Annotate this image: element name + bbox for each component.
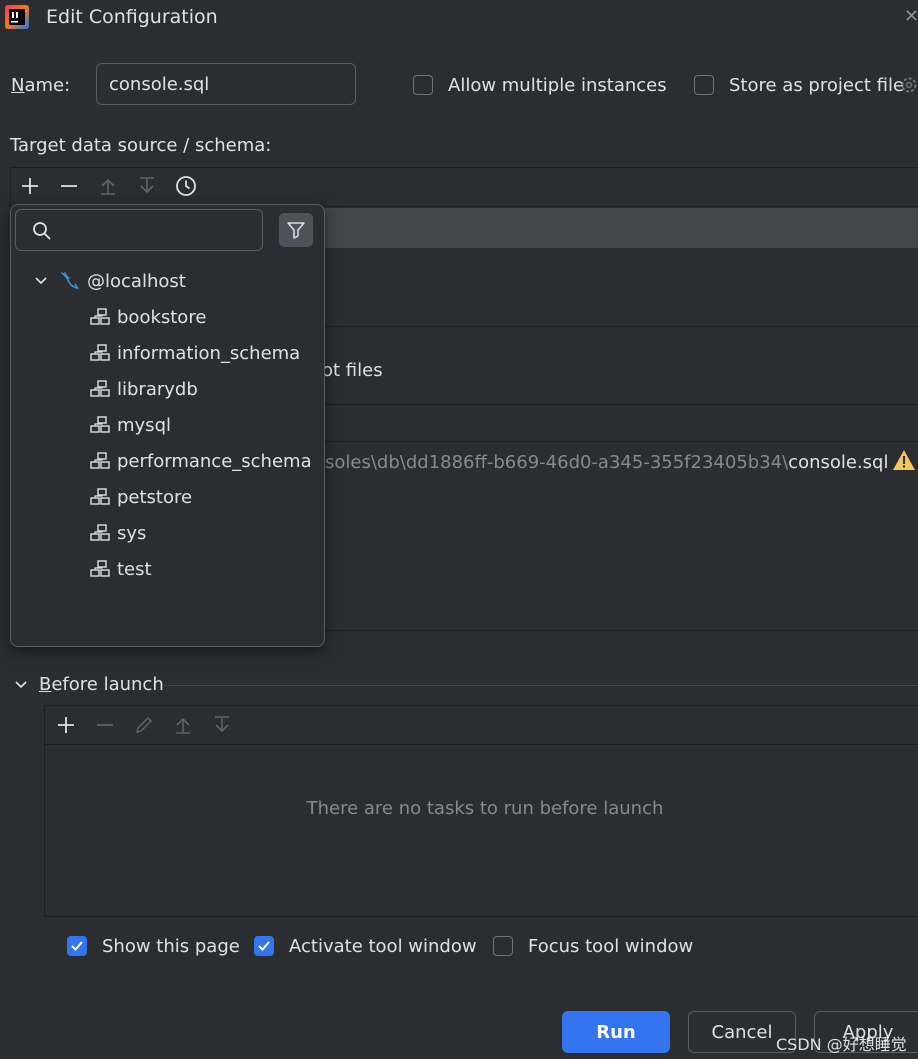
gear-icon[interactable]	[899, 75, 918, 95]
search-input[interactable]	[15, 209, 263, 251]
tree-item-label: information_schema	[117, 342, 301, 364]
focus-tool-label[interactable]: Focus tool window	[528, 936, 693, 957]
schema-icon	[89, 415, 111, 435]
show-page-label[interactable]: Show this page	[102, 936, 240, 957]
tree-item-schema[interactable]: mysql	[89, 411, 171, 439]
store-project-label[interactable]: Store as project file	[729, 75, 904, 96]
tree-item-label: sys	[117, 522, 147, 544]
before-launch-header[interactable]: Before launch	[39, 674, 164, 695]
allow-multiple-checkbox[interactable]	[413, 75, 433, 95]
minus-icon[interactable]	[54, 171, 84, 201]
schema-icon	[89, 523, 111, 543]
focus-tool-checkbox[interactable]	[493, 936, 513, 956]
tree-item-label: bookstore	[117, 306, 207, 328]
name-input[interactable]	[96, 63, 356, 105]
tree-item-schema[interactable]: petstore	[89, 483, 192, 511]
chevron-down-icon[interactable]	[33, 273, 49, 289]
tree-item-label: mysql	[117, 414, 171, 436]
selected-datasource-row[interactable]	[324, 208, 918, 248]
tree-item-schema[interactable]: test	[89, 555, 152, 583]
schema-icon	[89, 487, 111, 507]
tree-item-schema[interactable]: sys	[89, 519, 146, 547]
close-icon[interactable]: ✕	[904, 6, 918, 27]
arrow-up-icon[interactable]	[168, 710, 198, 740]
mysql-dolphin-icon	[59, 270, 81, 292]
name-label: Name:	[11, 75, 71, 96]
arrow-down-icon[interactable]	[207, 710, 237, 740]
checkmark-icon	[71, 941, 83, 951]
datasource-schema-popup: @localhost bookstore information_schemali…	[10, 204, 325, 647]
plus-icon[interactable]	[51, 710, 81, 740]
pencil-icon[interactable]	[129, 710, 159, 740]
checkmark-icon	[258, 941, 270, 951]
warning-icon	[892, 449, 916, 471]
tree-item-schema[interactable]: performance_schema	[89, 447, 312, 475]
no-tasks-message: There are no tasks to run before launch	[306, 798, 664, 819]
store-project-checkbox[interactable]	[694, 75, 714, 95]
tree-item-label: librarydb	[117, 378, 198, 400]
schema-icon	[89, 559, 111, 579]
chevron-down-icon[interactable]	[12, 676, 30, 694]
schema-icon	[89, 451, 111, 471]
tree-item-localhost[interactable]: @localhost	[33, 267, 186, 295]
tree-item-label: @localhost	[87, 270, 186, 292]
tree-item-label: test	[117, 558, 152, 580]
plus-icon[interactable]	[15, 171, 45, 201]
target-datasource-label: Target data source / schema:	[10, 135, 272, 156]
tree-item-label: petstore	[117, 486, 193, 508]
arrow-down-icon[interactable]	[132, 171, 162, 201]
allow-multiple-label[interactable]: Allow multiple instances	[448, 75, 667, 96]
show-page-checkbox[interactable]	[67, 936, 87, 956]
minus-icon[interactable]	[90, 710, 120, 740]
arrow-up-icon[interactable]	[93, 171, 123, 201]
search-icon	[32, 221, 52, 241]
files-text-fragment: ot files	[322, 360, 383, 381]
watermark: CSDN @好想睡觉	[776, 1035, 907, 1054]
clock-icon[interactable]	[171, 171, 201, 201]
before-launch-tasks-panel: There are no tasks to run before launch	[44, 705, 918, 917]
target-toolbar	[10, 167, 918, 207]
activate-tool-checkbox[interactable]	[254, 936, 274, 956]
run-button[interactable]: Run	[562, 1011, 670, 1053]
schema-icon	[89, 343, 111, 363]
tree-item-schema[interactable]: information_schema	[89, 339, 300, 367]
window-title: Edit Configuration	[46, 6, 218, 28]
app-logo-icon	[4, 4, 30, 30]
schema-icon	[89, 307, 111, 327]
funnel-icon	[287, 222, 305, 239]
tree-item-schema[interactable]: bookstore	[89, 303, 206, 331]
tree-item-label: performance_schema	[117, 450, 312, 472]
tree-item-schema[interactable]: librarydb	[89, 375, 198, 403]
filter-button[interactable]	[279, 213, 313, 247]
console-path: soles\db\dd1886ff-b669-46d0-a345-355f234…	[325, 452, 889, 473]
schema-icon	[89, 379, 111, 399]
activate-tool-label[interactable]: Activate tool window	[289, 936, 477, 957]
